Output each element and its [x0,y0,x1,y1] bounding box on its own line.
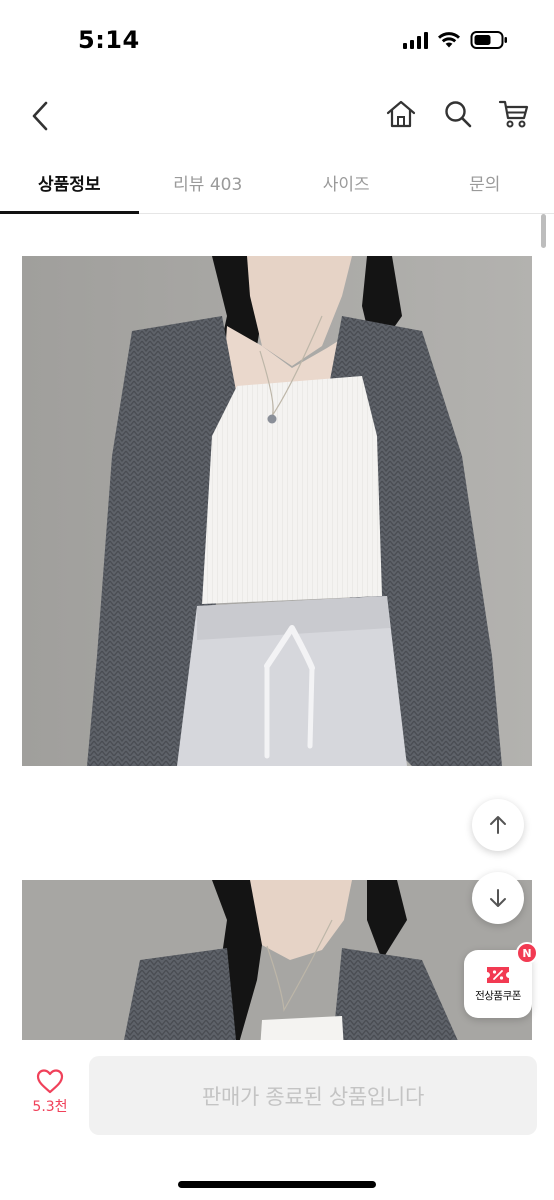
cart-button[interactable] [494,94,534,134]
bottom-action-bar: 5.3천 판매가 종료된 상품입니다 [0,1040,554,1200]
all-product-coupon-button[interactable]: N 전상품쿠폰 [464,942,538,1018]
scroll-up-button[interactable] [472,799,524,851]
arrow-down-icon [490,889,506,907]
like-button[interactable]: 5.3천 [22,1068,78,1134]
home-button[interactable] [381,94,421,134]
coupon-icon [487,967,509,983]
tab-product-info[interactable]: 상품정보 [0,152,139,214]
tab-inquiry[interactable]: 문의 [416,152,554,213]
search-icon [445,101,472,128]
product-image-second [22,880,532,1050]
cellular-signal-icon [403,31,428,49]
sold-out-button[interactable]: 판매가 종료된 상품입니다 [89,1056,537,1135]
battery-icon [470,31,507,49]
status-icons [403,30,508,50]
back-button[interactable] [22,94,58,138]
arrow-up-icon [490,816,506,834]
wifi-icon [438,32,460,48]
coupon-label: 전상품쿠폰 [475,990,521,1002]
tab-size[interactable]: 사이즈 [277,152,416,213]
status-time: 5:14 [78,26,140,54]
product-image [22,256,532,766]
scrollbar[interactable] [541,214,546,248]
scroll-down-button[interactable] [472,872,524,924]
back-icon [32,101,48,131]
heart-icon [36,1069,64,1094]
home-icon [386,100,416,128]
new-badge: N [516,942,538,964]
product-photo-illustration-second [22,880,532,1050]
status-bar: 5:14 [0,0,554,80]
tab-reviews[interactable]: 리뷰 403 [139,152,278,213]
product-tabs: 상품정보 리뷰 403 사이즈 문의 [0,152,554,214]
like-count: 5.3천 [32,1099,68,1115]
search-button[interactable] [438,94,478,134]
cart-icon [498,100,529,128]
top-navigation [0,80,554,152]
product-photo-illustration [22,256,532,766]
home-indicator [178,1181,376,1188]
